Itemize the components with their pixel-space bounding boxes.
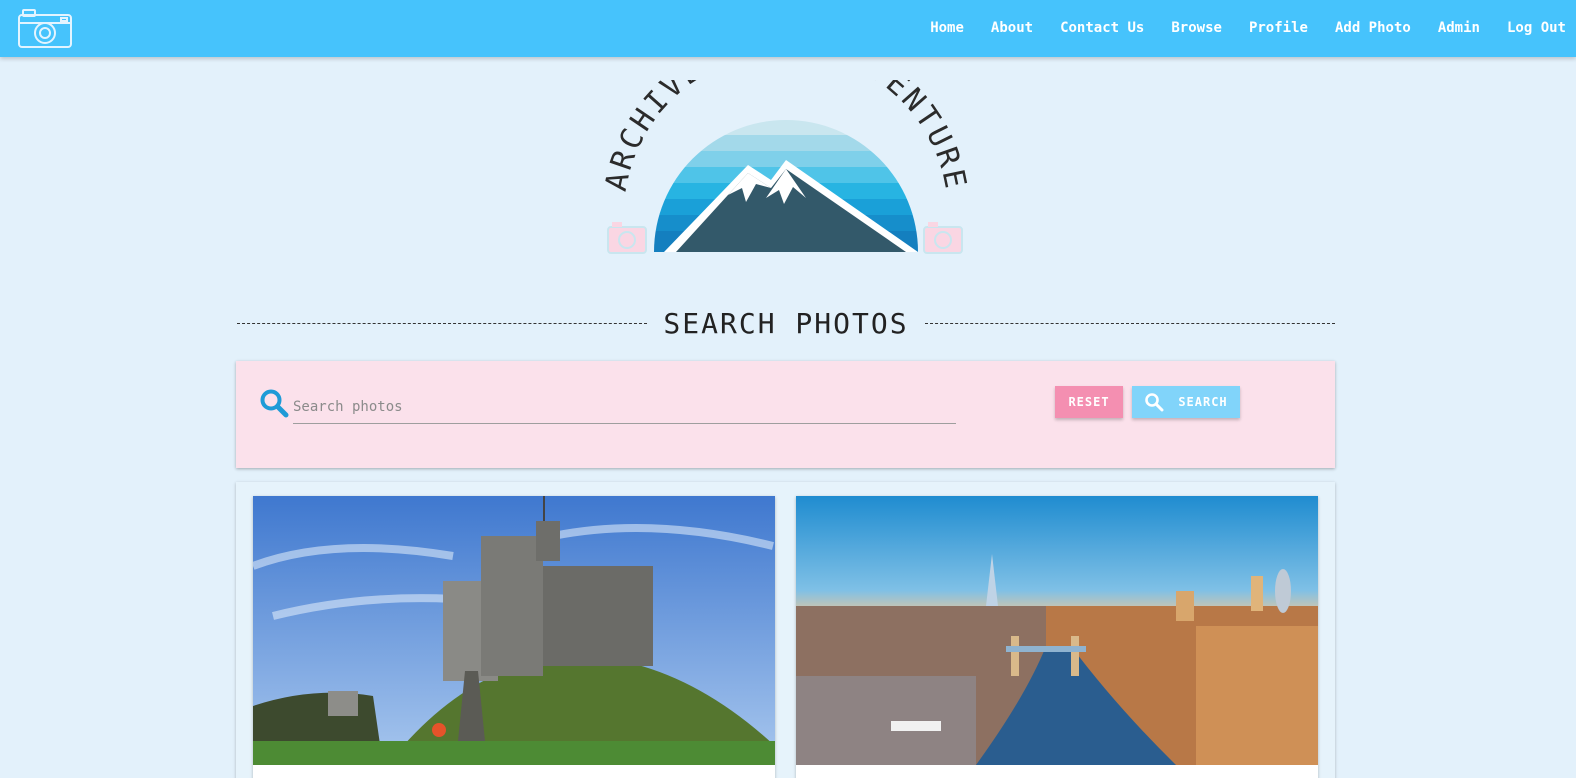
reset-button-label: RESET bbox=[1068, 395, 1110, 409]
photo-card[interactable] bbox=[796, 496, 1318, 778]
nav-links: Home About Contact Us Browse Profile Add… bbox=[917, 0, 1576, 57]
camera-icon bbox=[607, 222, 647, 254]
nav-home[interactable]: Home bbox=[917, 0, 978, 57]
nav-log-out[interactable]: Log Out bbox=[1493, 0, 1576, 57]
navbar: Home About Contact Us Browse Profile Add… bbox=[0, 0, 1576, 57]
search-heading: SEARCH PHOTOS bbox=[237, 300, 1335, 346]
search-icon bbox=[1145, 393, 1164, 412]
search-icon bbox=[260, 389, 289, 418]
castle-on-hill-photo bbox=[253, 496, 775, 765]
search-input[interactable] bbox=[293, 390, 956, 424]
search-button-label: SEARCH bbox=[1178, 395, 1228, 409]
nav-profile[interactable]: Profile bbox=[1235, 0, 1321, 57]
search-button[interactable]: SEARCH bbox=[1132, 386, 1240, 418]
page-title: SEARCH PHOTOS bbox=[663, 306, 909, 340]
search-panel: RESET SEARCH bbox=[236, 361, 1335, 468]
reset-button[interactable]: RESET bbox=[1055, 386, 1123, 418]
photo-card[interactable] bbox=[253, 496, 775, 778]
camera-icon[interactable] bbox=[17, 8, 73, 50]
divider bbox=[924, 322, 1335, 324]
divider bbox=[237, 322, 648, 324]
camera-icon bbox=[923, 222, 963, 254]
nav-browse[interactable]: Browse bbox=[1158, 0, 1236, 57]
nav-contact-us[interactable]: Contact Us bbox=[1047, 0, 1158, 57]
nav-admin[interactable]: Admin bbox=[1424, 0, 1493, 57]
nav-about[interactable]: About bbox=[977, 0, 1046, 57]
results-panel bbox=[236, 482, 1335, 778]
archive-your-adventure-logo: ARCHIVE YOUR ADVENTURE bbox=[599, 80, 970, 254]
nav-add-photo[interactable]: Add Photo bbox=[1321, 0, 1424, 57]
city-river-bridge-photo bbox=[796, 496, 1318, 765]
